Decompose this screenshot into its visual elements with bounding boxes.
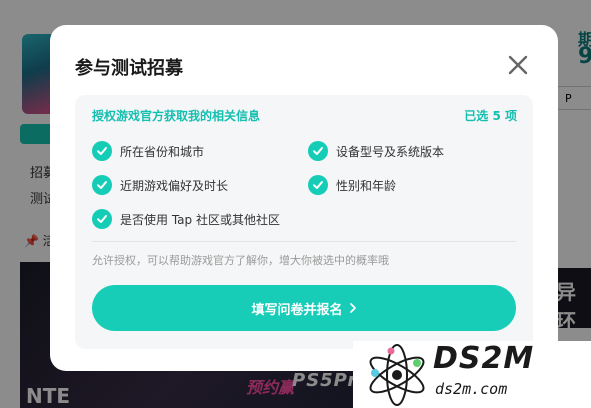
option-gender-age[interactable]: 性别和年龄	[308, 175, 396, 195]
option-label: 近期游戏偏好及时长	[120, 178, 229, 193]
option-label: 设备型号及系统版本	[336, 144, 445, 159]
atom-logo-icon	[369, 344, 425, 406]
checkmark-icon	[308, 141, 328, 161]
watermark-logo: DS2M ds2m.com	[353, 341, 591, 408]
option-location[interactable]: 所在省份和城市	[92, 141, 204, 161]
chevron-right-icon	[349, 303, 356, 313]
checkmark-icon	[92, 209, 112, 229]
recruit-modal: 参与测试招募 授权游戏官方获取我的相关信息 已选 5 项 所在省份和城市 设备型…	[50, 25, 558, 371]
checkmark-icon	[92, 175, 112, 195]
option-label: 所在省份和城市	[120, 144, 205, 159]
option-game-preference[interactable]: 近期游戏偏好及时长	[92, 175, 228, 195]
watermark-name: DS2M	[433, 341, 535, 376]
checkmark-icon	[92, 141, 112, 161]
option-label: 性别和年龄	[336, 178, 397, 193]
authorization-heading: 授权游戏官方获取我的相关信息	[92, 109, 261, 123]
close-button[interactable]	[506, 53, 530, 77]
watermark-domain: ds2m.com	[435, 380, 508, 398]
checkmark-icon	[308, 175, 328, 195]
option-community[interactable]: 是否使用 Tap 社区或其他社区	[92, 209, 280, 229]
submit-survey-button[interactable]: 填写问卷并报名	[92, 285, 516, 331]
authorization-card: 授权游戏官方获取我的相关信息 已选 5 项 所在省份和城市 设备型号及系统版本 …	[75, 95, 533, 349]
submit-label: 填写问卷并报名	[251, 302, 343, 318]
option-device[interactable]: 设备型号及系统版本	[308, 141, 444, 161]
modal-title: 参与测试招募	[75, 58, 183, 79]
authorization-note: 允许授权，可以帮助游戏官方了解你，增大你被选中的概率哦	[92, 254, 389, 267]
selected-count: 已选 5 项	[464, 109, 517, 123]
divider	[92, 241, 516, 242]
close-icon	[508, 55, 528, 75]
option-label: 是否使用 Tap 社区或其他社区	[120, 212, 280, 227]
